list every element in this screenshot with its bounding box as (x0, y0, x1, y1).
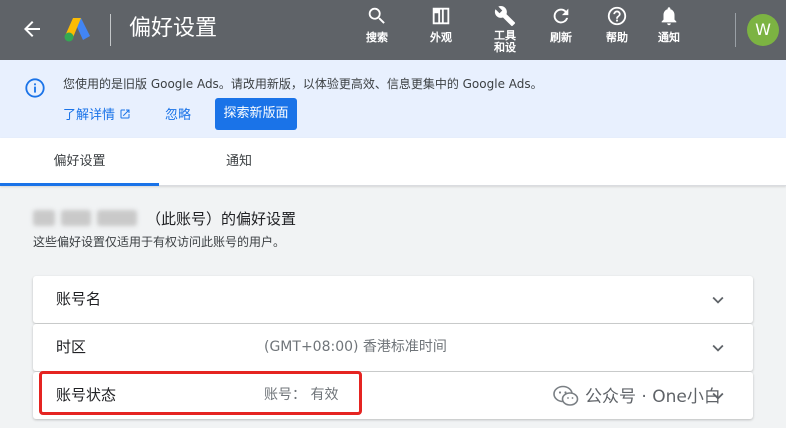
external-link-icon (120, 109, 130, 119)
tools-settings-button[interactable]: 工具 和设 (481, 5, 529, 54)
active-tab-indicator (0, 183, 159, 186)
refresh-button[interactable]: 刷新 (537, 5, 585, 44)
banner-message: 您使用的是旧版 Google Ads。请改用新版，以体验更高效、信息更集中的 G… (63, 77, 543, 91)
tab-notifications[interactable]: 通知 (159, 138, 319, 186)
explore-new-version-button[interactable]: 探索新版面 (215, 98, 297, 130)
learn-more-label: 了解详情 (63, 108, 116, 123)
tab-bar: 偏好设置 通知 (0, 138, 786, 186)
blurred-account-name (33, 210, 139, 226)
search-label: 搜索 (366, 31, 388, 44)
learn-more-link[interactable]: 了解详情 (63, 107, 131, 125)
account-avatar[interactable]: W (747, 14, 779, 46)
account-name-label: 账号名 (56, 290, 102, 308)
tools-label-line2: 和设 (494, 41, 516, 54)
preferences-heading: （此账号）的偏好设置 (146, 210, 297, 228)
time-zone-row[interactable]: 时区 (GMT+08:00) 香港标准时间 (33, 324, 753, 371)
preferences-subheading: 这些偏好设置仅适用于有权访问此账号的用户。 (33, 235, 286, 249)
help-label: 帮助 (606, 31, 628, 44)
time-zone-label: 时区 (56, 338, 87, 356)
chevron-down-icon[interactable] (707, 289, 729, 311)
back-arrow-icon[interactable] (20, 17, 44, 41)
ignore-link[interactable]: 忽略 (165, 107, 191, 125)
header-divider (110, 14, 111, 46)
help-icon (607, 6, 627, 26)
refresh-icon (553, 8, 569, 24)
account-name-row[interactable]: 账号名 (33, 276, 753, 323)
avatar-divider (735, 13, 736, 47)
watermark: 公众号 · One小白 (553, 383, 721, 411)
time-zone-value: (GMT+08:00) 香港标准时间 (264, 339, 447, 355)
bell-icon (661, 7, 677, 26)
refresh-label: 刷新 (550, 31, 572, 44)
top-app-bar: 偏好设置 搜索 外观 工具 和设 刷新 帮助 通知 W (0, 0, 786, 60)
page-title: 偏好设置 (129, 16, 218, 41)
appearance-label: 外观 (430, 31, 452, 44)
legacy-version-banner: 您使用的是旧版 Google Ads。请改用新版，以体验更高效、信息更集中的 G… (0, 60, 786, 138)
google-ads-logo-icon[interactable] (63, 16, 91, 42)
appearance-button[interactable]: 外观 (417, 5, 465, 44)
wechat-icon (553, 385, 579, 406)
appearance-icon (432, 7, 450, 25)
wrench-icon (494, 6, 516, 27)
search-button[interactable]: 搜索 (353, 5, 401, 44)
notifications-button[interactable]: 通知 (645, 5, 693, 44)
tab-preferences[interactable]: 偏好设置 (0, 138, 159, 186)
chevron-down-icon[interactable] (707, 337, 729, 359)
highlight-box (39, 371, 362, 415)
help-button[interactable]: 帮助 (593, 5, 641, 44)
info-icon (25, 78, 45, 98)
watermark-text: 公众号 · One小白 (585, 387, 721, 407)
search-icon (368, 7, 385, 24)
notifications-label: 通知 (658, 31, 680, 44)
